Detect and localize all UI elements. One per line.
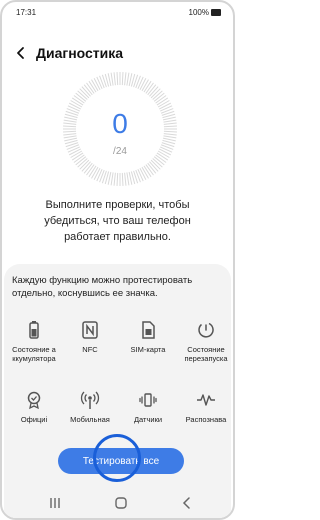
ring-tick [137,168,144,182]
ring-tick [126,172,130,186]
phone-frame: 17:31 100% Диагностика 0 /24 Выполните п… [0,0,235,520]
waveform-icon [197,394,215,406]
tile-label: Состояние перезапуска [184,345,228,363]
tile-official[interactable]: Официі [8,389,60,424]
battery-status-icon [29,321,39,339]
hint-text: Каждую функцию можно протестировать отде… [12,275,193,299]
ring-tick [126,72,130,86]
battery-level: 100% [188,8,209,17]
tile-mobile[interactable]: Мобильная [64,389,116,424]
ring-tick [113,72,116,86]
ring-tick [139,167,147,181]
ring-tick [139,77,147,91]
tile-restart[interactable]: Состояние перезапуска [180,319,232,363]
tile-sim[interactable]: SIM-карта [122,319,174,354]
tile-label: Датчики [133,415,163,424]
status-right: 100% [189,8,221,17]
badge-icon [27,391,41,410]
page-title: Диагностика [36,45,124,61]
progress-ring: 0 /24 [61,70,179,188]
sim-card-icon [142,321,155,339]
header: Диагностика [14,42,123,64]
ring-tick [93,167,101,181]
instruction-text: Выполните проверки, чтобы убедиться, что… [44,199,191,243]
ring-tick [137,76,144,90]
ring-tick [113,172,116,186]
tile-nfc[interactable]: NFC [64,319,116,354]
ring-tick [96,168,103,182]
battery-icon [211,9,221,16]
ring-tick [107,171,112,185]
tile-label: SIM-карта [130,345,166,354]
antenna-icon [80,391,100,409]
total-count: /24 [113,146,127,157]
ring-tick [128,73,133,87]
tile-label: Мобильная [70,415,110,424]
tile-label: Официі [20,415,48,424]
tile-label: NFC [82,345,98,354]
ring-tick [124,172,127,186]
status-bar: 17:31 100% [16,7,221,21]
back-nav-icon[interactable] [178,494,196,512]
tap-indicator [93,434,141,482]
tile-recognition[interactable]: Распознава [180,389,232,424]
recent-apps-icon[interactable] [46,494,64,512]
ring-tick [107,73,112,87]
ring-tick [116,72,119,86]
back-arrow-icon[interactable] [14,46,28,60]
home-icon[interactable] [112,494,130,512]
navigation-bar [4,490,231,518]
tile-sensors[interactable]: Датчики [122,389,174,424]
ring-tick [116,172,119,186]
status-time: 17:31 [16,8,37,17]
tile-label: Состояние а ккумулятора [12,345,56,363]
tile-battery[interactable]: Состояние а ккумулятора [8,319,60,363]
ring-tick [121,72,124,86]
completed-count: 0 [112,108,128,139]
nfc-icon [82,321,98,339]
ring-tick [124,72,127,86]
tile-label: Распознава [185,415,227,424]
vibration-icon [139,393,157,407]
ring-tick [93,77,101,91]
ring-tick [121,172,124,186]
restart-icon [198,322,214,338]
ring-tick [110,72,114,86]
ring-tick [96,76,103,90]
ring-tick [128,171,133,185]
ring-tick [110,172,114,186]
